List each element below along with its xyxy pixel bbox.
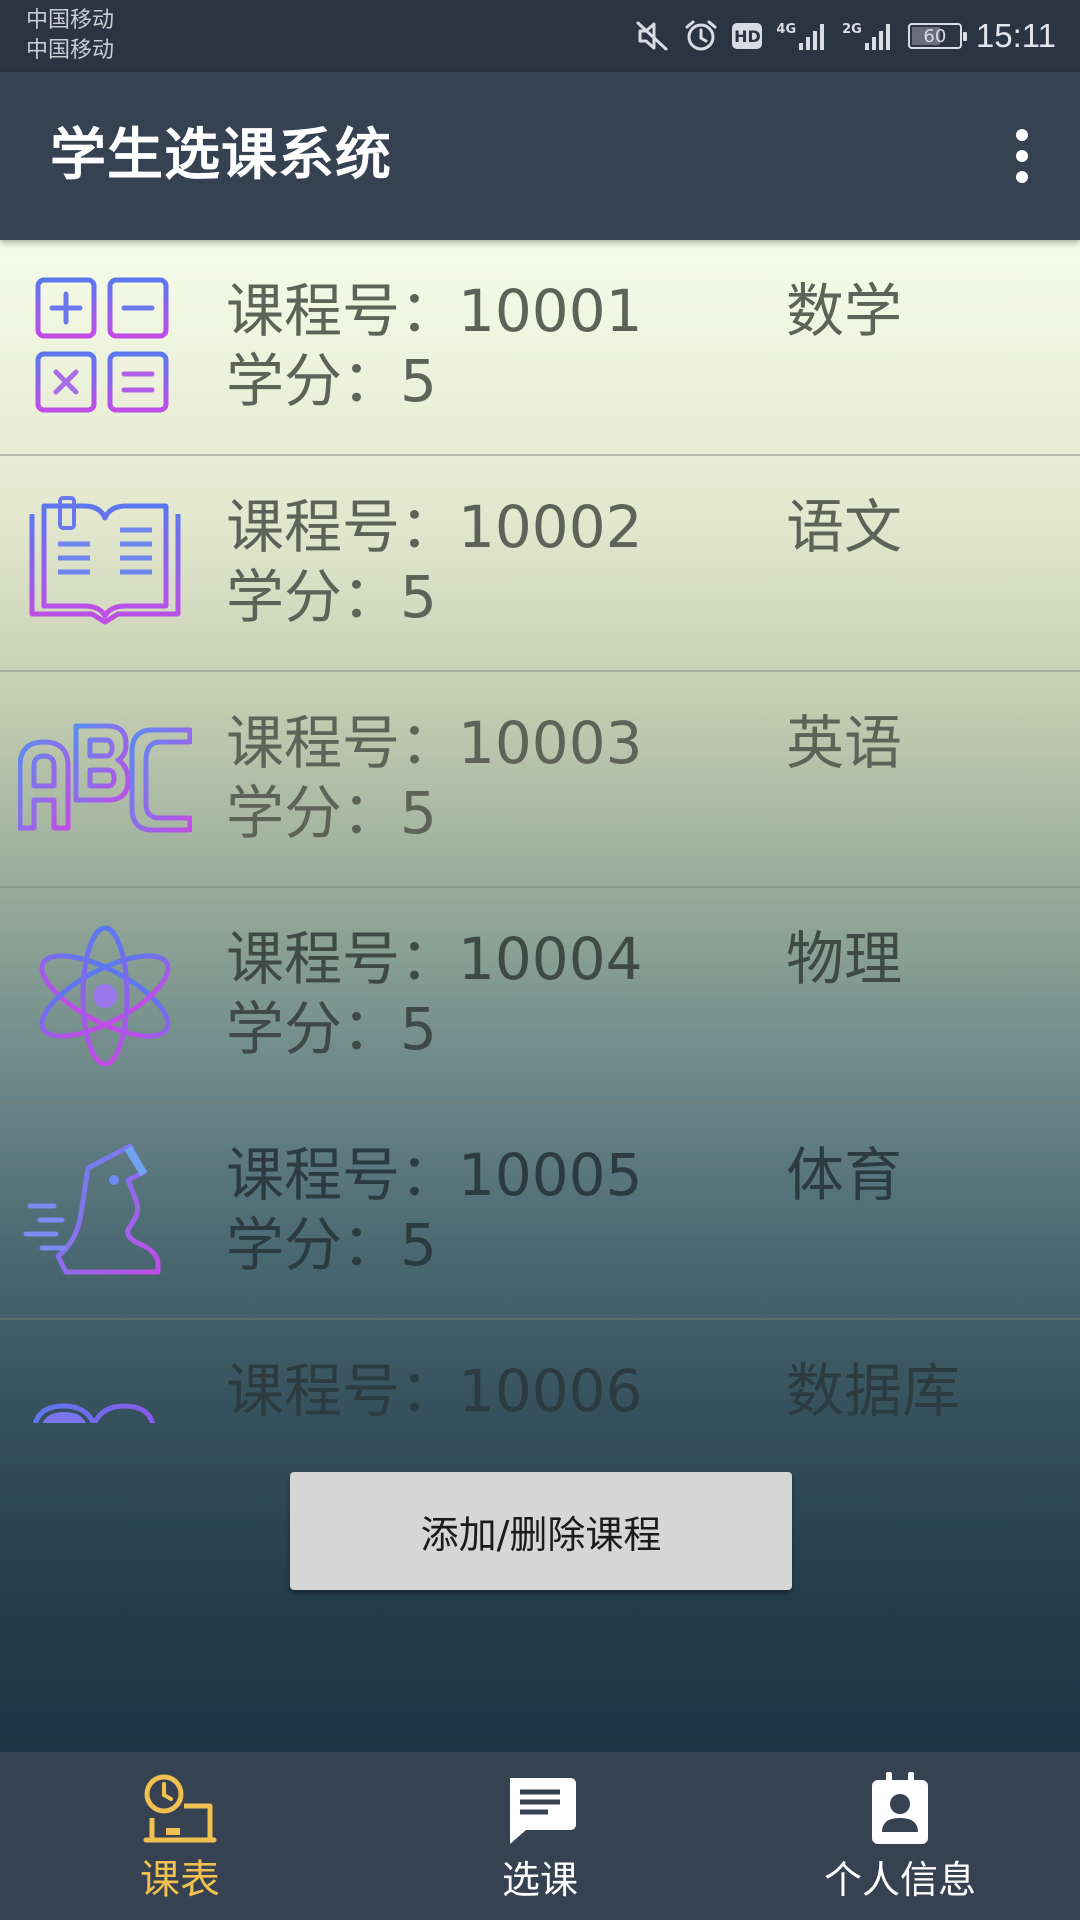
- course-number: 课程号：10003: [226, 709, 643, 777]
- contact-badge-icon: [860, 1770, 940, 1848]
- hd-icon: HD: [732, 23, 763, 49]
- app-bar: 学生选课系统: [0, 72, 1080, 240]
- course-list[interactable]: 课程号：10001 学分：5 数学 课程号：10002 学分：5 语文 课程号：…: [0, 240, 1080, 1423]
- course-name: 数学: [786, 277, 903, 345]
- course-credit: 学分：5: [226, 563, 437, 631]
- bottom-navigation: 课表 选课 个人信息: [0, 1752, 1080, 1920]
- course-credit: 学分：5: [226, 779, 437, 847]
- menu-dot: [1016, 150, 1028, 162]
- app-title: 学生选课系统: [50, 123, 392, 188]
- carrier-2: 中国移动: [26, 38, 115, 63]
- course-item-english[interactable]: 课程号：10003 学分：5 英语: [0, 672, 1080, 888]
- course-item-database[interactable]: 课程号：10006 数据库: [0, 1320, 1080, 1423]
- calculator-icon: [18, 268, 192, 428]
- carrier-1: 中国移动: [26, 8, 115, 33]
- course-credit: 学分：5: [226, 347, 437, 415]
- course-name: 数据库: [786, 1357, 961, 1423]
- nav-item-profile[interactable]: 个人信息: [720, 1752, 1080, 1920]
- course-number: 课程号：10006: [226, 1357, 643, 1423]
- course-item-physics[interactable]: 课程号：10004 学分：5 物理: [0, 888, 1080, 1104]
- course-item-pe[interactable]: 课程号：10005 学分：5 体育: [0, 1104, 1080, 1320]
- network-2g-label: 2G: [842, 22, 862, 37]
- course-name: 物理: [786, 925, 903, 993]
- nav-item-schedule[interactable]: 课表: [0, 1752, 360, 1920]
- course-item-chinese[interactable]: 课程号：10002 学分：5 语文: [0, 456, 1080, 672]
- nav-label-schedule: 课表: [140, 1857, 220, 1903]
- course-number: 课程号：10004: [226, 925, 643, 993]
- course-number: 课程号：10001: [226, 277, 643, 345]
- menu-dot: [1016, 171, 1028, 183]
- database-icon: [18, 1348, 192, 1423]
- menu-dot: [1016, 129, 1028, 141]
- abc-letters-icon: [18, 700, 192, 860]
- course-name: 英语: [786, 709, 903, 777]
- signal-2g-icon: 2G: [842, 21, 894, 51]
- course-name: 语文: [786, 493, 903, 561]
- course-credit: 学分：5: [226, 995, 437, 1063]
- status-icons: HD 4G 2G 60 15:11: [634, 0, 1056, 72]
- course-item-math[interactable]: 课程号：10001 学分：5 数学: [0, 240, 1080, 456]
- open-book-icon: [18, 484, 192, 644]
- course-number: 课程号：10005: [226, 1141, 643, 1209]
- alarm-icon: [684, 19, 718, 53]
- status-bar: 中国移动 中国移动 HD 4G 2G 60 15:11: [0, 0, 1080, 72]
- course-credit: 学分：5: [226, 1211, 437, 1279]
- clock: 15:11: [975, 17, 1056, 54]
- carrier-info: 中国移动 中国移动: [26, 6, 114, 66]
- nav-label-select-course: 选课: [501, 1858, 578, 1902]
- signal-4g-icon: 4G: [776, 21, 828, 51]
- mute-icon: [634, 19, 670, 53]
- atom-icon: [18, 916, 192, 1076]
- nav-label-profile: 个人信息: [823, 1858, 976, 1902]
- running-shoe-icon: [18, 1132, 192, 1292]
- battery-icon: 60: [907, 23, 967, 49]
- add-remove-course-button[interactable]: 添加/删除课程: [290, 1472, 792, 1590]
- course-name: 体育: [786, 1141, 903, 1209]
- course-number: 课程号：10002: [226, 493, 643, 561]
- message-icon: [500, 1770, 580, 1848]
- battery-level: 60: [923, 25, 947, 47]
- schedule-icon: [140, 1770, 220, 1848]
- nav-item-select-course[interactable]: 选课: [360, 1752, 720, 1920]
- network-4g-label: 4G: [776, 22, 797, 37]
- more-vert-icon[interactable]: [994, 124, 1050, 188]
- main-content: 课程号：10001 学分：5 数学 课程号：10002 学分：5 语文 课程号：…: [0, 240, 1080, 1752]
